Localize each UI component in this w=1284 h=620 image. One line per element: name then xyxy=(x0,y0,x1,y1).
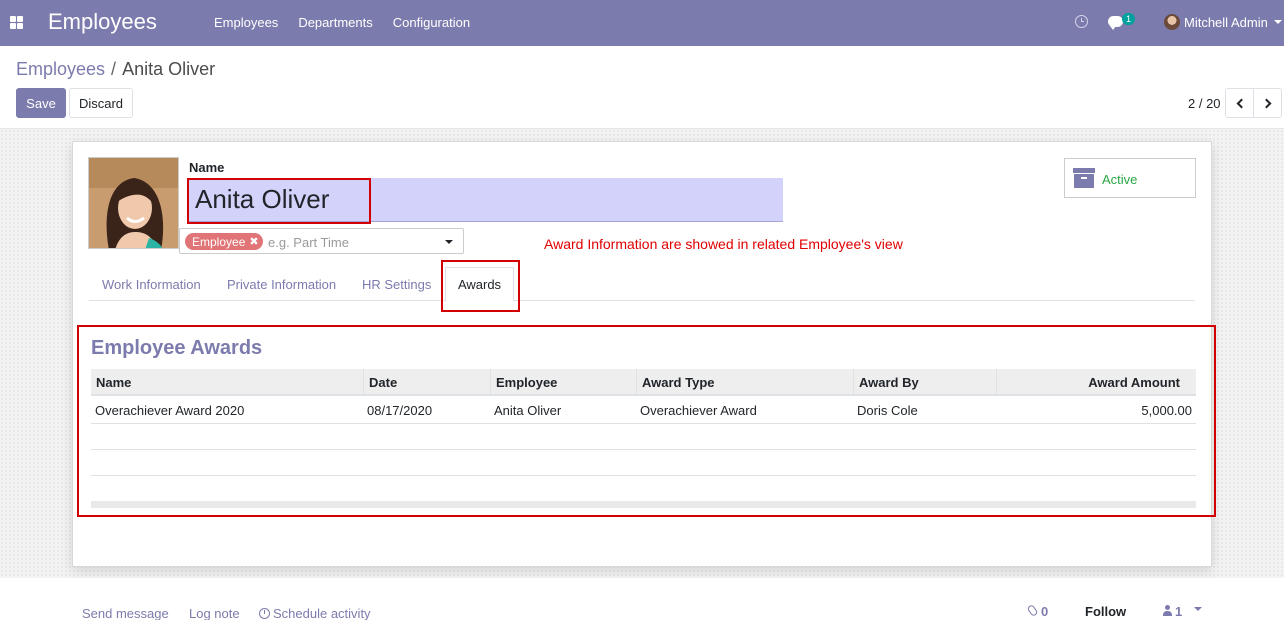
table-row[interactable]: Overachiever Award 2020 08/17/2020 Anita… xyxy=(91,398,1196,424)
breadcrumb-parent[interactable]: Employees xyxy=(16,59,105,79)
awards-table-header: Name Date Employee Award Type Award By A… xyxy=(91,369,1196,396)
apps-grid-icon[interactable] xyxy=(10,16,23,29)
app-title[interactable]: Employees xyxy=(48,9,157,35)
active-status-button[interactable]: Active xyxy=(1064,158,1196,198)
tag-label: Employee xyxy=(192,234,246,249)
column-header-employee[interactable]: Employee xyxy=(490,369,636,396)
followers-icon[interactable] xyxy=(1162,605,1173,617)
pager-value[interactable]: 2 / 20 xyxy=(1188,96,1221,111)
schedule-activity-button[interactable]: Schedule activity xyxy=(259,606,371,620)
form-tabs: Work Information Private Information HR … xyxy=(89,267,1195,302)
cell-award-amount: 5,000.00 xyxy=(1141,403,1192,418)
save-button[interactable]: Save xyxy=(16,88,66,118)
paperclip-icon[interactable] xyxy=(1026,603,1039,618)
annotation-text: Award Information are showed in related … xyxy=(544,236,903,252)
chatter-bar: Send message Log note Schedule activity … xyxy=(0,578,1284,620)
schedule-activity-label: Schedule activity xyxy=(273,606,371,620)
attachments-count[interactable]: 0 xyxy=(1041,604,1048,619)
main-menu: Employees Departments Configuration xyxy=(204,0,480,46)
menu-item-configuration[interactable]: Configuration xyxy=(383,0,480,46)
tags-input[interactable]: Employee ✖ e.g. Part Time xyxy=(179,228,464,254)
followers-count[interactable]: 1 xyxy=(1175,604,1182,619)
name-highlight-box xyxy=(187,178,371,224)
clock-icon xyxy=(259,608,270,619)
follow-button[interactable]: Follow xyxy=(1085,604,1126,619)
empty-table-row xyxy=(91,476,1196,502)
activity-clock-icon[interactable] xyxy=(1075,15,1088,28)
messages-icon[interactable] xyxy=(1108,16,1123,30)
archive-icon xyxy=(1073,168,1095,188)
top-navbar: Employees Employees Departments Configur… xyxy=(0,0,1284,46)
employee-photo[interactable] xyxy=(88,157,179,249)
tab-work-information[interactable]: Work Information xyxy=(102,268,201,301)
menu-item-employees[interactable]: Employees xyxy=(204,0,288,46)
cell-award-by: Doris Cole xyxy=(857,403,918,418)
log-note-button[interactable]: Log note xyxy=(189,606,240,620)
cell-employee: Anita Oliver xyxy=(494,403,562,418)
awards-title: Employee Awards xyxy=(91,337,263,359)
column-header-date[interactable]: Date xyxy=(363,369,490,396)
awards-section: Employee Awards Name Date Employee Award… xyxy=(77,325,1216,517)
column-header-name[interactable]: Name xyxy=(91,369,363,396)
tags-dropdown-caret-icon[interactable] xyxy=(445,240,453,244)
chevron-right-icon xyxy=(1261,98,1271,108)
chevron-left-icon xyxy=(1236,98,1246,108)
form-sheet: Name Anita Oliver Employee ✖ e.g. Part Ti… xyxy=(72,141,1216,567)
breadcrumb-separator: / xyxy=(111,59,117,79)
empty-table-row xyxy=(91,424,1196,450)
column-header-award-type[interactable]: Award Type xyxy=(636,369,853,396)
employee-photo-image xyxy=(89,158,178,248)
followers-caret-icon[interactable] xyxy=(1194,607,1202,611)
remove-tag-icon[interactable]: ✖ xyxy=(249,235,258,248)
menu-item-departments[interactable]: Departments xyxy=(288,0,382,46)
pager-next-button[interactable] xyxy=(1253,88,1282,118)
empty-table-row xyxy=(91,450,1196,476)
tags-placeholder: e.g. Part Time xyxy=(268,235,349,250)
cell-award-type: Overachiever Award xyxy=(640,403,757,418)
tab-hr-settings[interactable]: HR Settings xyxy=(362,268,431,301)
user-avatar[interactable] xyxy=(1164,14,1180,30)
cell-date: 08/17/2020 xyxy=(367,403,433,418)
cell-name: Overachiever Award 2020 xyxy=(95,403,245,418)
breadcrumb: Employees / Anita Oliver xyxy=(16,59,215,80)
column-header-award-by[interactable]: Award By xyxy=(853,369,996,396)
discard-button[interactable]: Discard xyxy=(69,88,133,118)
column-header-award-amount[interactable]: Award Amount xyxy=(996,369,1196,396)
send-message-button[interactable]: Send message xyxy=(82,606,169,620)
awards-table-footer xyxy=(91,501,1196,508)
name-field-label: Name xyxy=(189,160,225,175)
tab-private-information[interactable]: Private Information xyxy=(227,268,336,301)
user-menu-caret-icon[interactable] xyxy=(1274,20,1282,24)
awards-tab-highlight-box xyxy=(441,260,520,312)
breadcrumb-current: Anita Oliver xyxy=(122,59,216,79)
user-menu[interactable]: Mitchell Admin xyxy=(1184,15,1268,30)
messages-badge: 1 xyxy=(1122,13,1136,25)
tag-badge: Employee ✖ xyxy=(185,233,263,250)
status-label: Active xyxy=(1102,172,1138,187)
pager-previous-button[interactable] xyxy=(1225,88,1254,118)
